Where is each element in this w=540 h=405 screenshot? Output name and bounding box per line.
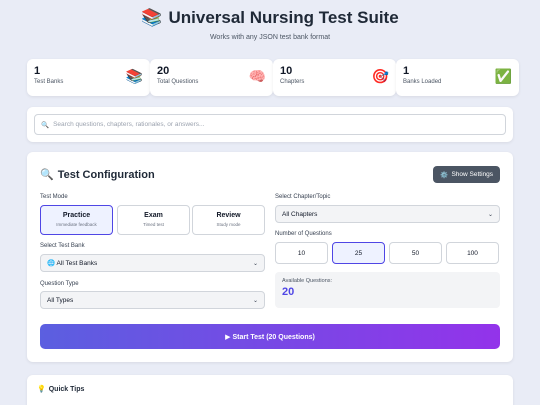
- search-input[interactable]: 🔍 Search questions, chapters, rationales…: [34, 114, 506, 135]
- available-questions-box: Available Questions: 20: [275, 272, 500, 308]
- chevron-down-icon: ⌄: [487, 211, 493, 218]
- question-type-label: Question Type: [40, 281, 79, 287]
- config-title: 🔍 Test Configuration: [40, 168, 155, 182]
- check-icon: ✅: [494, 68, 512, 84]
- gear-icon: ⚙️: [440, 171, 449, 179]
- search-icon: 🔍: [41, 121, 50, 129]
- available-label: Available Questions:: [282, 278, 333, 284]
- lightbulb-icon: 💡: [37, 386, 46, 393]
- books-icon: 📚: [141, 8, 163, 27]
- target-icon: 🎯: [371, 68, 389, 84]
- stat-chapters: 10 Chapters 🎯: [273, 59, 396, 96]
- num-option-50[interactable]: 50: [389, 242, 442, 264]
- chevron-down-icon: ⌄: [252, 297, 258, 304]
- page-subtitle: Works with any JSON test bank format: [209, 34, 331, 41]
- test-bank-label: Select Test Bank: [40, 243, 85, 249]
- chapter-label: Select Chapter/Topic: [275, 194, 331, 200]
- test-mode-label: Test Mode: [40, 194, 68, 200]
- test-bank-select[interactable]: 🌐 All Test Banks ⌄: [40, 254, 265, 272]
- num-option-10[interactable]: 10: [275, 242, 328, 264]
- mode-review-button[interactable]: Review Study mode: [192, 205, 265, 235]
- books-icon: 📚: [125, 68, 143, 84]
- search-placeholder: Search questions, chapters, rationales, …: [53, 121, 205, 128]
- page-title: 📚 Universal Nursing Test Suite: [141, 8, 399, 27]
- question-type-select[interactable]: All Types ⌄: [40, 291, 265, 309]
- start-test-button[interactable]: ▶ Start Test (20 Questions): [40, 324, 500, 349]
- show-settings-button[interactable]: ⚙️ Show Settings: [433, 166, 500, 183]
- app-header: 📚 Universal Nursing Test Suite Works wit…: [0, 8, 540, 41]
- available-value: 20: [282, 286, 295, 298]
- num-questions-label: Number of Questions: [275, 231, 332, 237]
- num-option-100[interactable]: 100: [446, 242, 499, 264]
- quick-tips-title: 💡 Quick Tips: [37, 385, 85, 394]
- brain-icon: 🧠: [248, 68, 266, 84]
- mode-exam-button[interactable]: Exam Timed test: [117, 205, 190, 235]
- mode-practice-button[interactable]: Practice Immediate feedback: [40, 205, 113, 235]
- num-option-25[interactable]: 25: [332, 242, 385, 264]
- test-configuration-card: 🔍 Test Configuration ⚙️ Show Settings Te…: [27, 152, 513, 362]
- magnifier-icon: 🔍: [40, 169, 54, 181]
- chapter-select[interactable]: All Chapters ⌄: [275, 205, 500, 223]
- chevron-down-icon: ⌄: [252, 260, 258, 267]
- stat-test-banks: 1 Test Banks 📚: [27, 59, 150, 96]
- quick-tips-card: 💡 Quick Tips: [27, 375, 513, 405]
- stat-banks-loaded: 1 Banks Loaded ✅: [396, 59, 519, 96]
- search-card: 🔍 Search questions, chapters, rationales…: [27, 107, 513, 142]
- stat-total-questions: 20 Total Questions 🧠: [150, 59, 273, 96]
